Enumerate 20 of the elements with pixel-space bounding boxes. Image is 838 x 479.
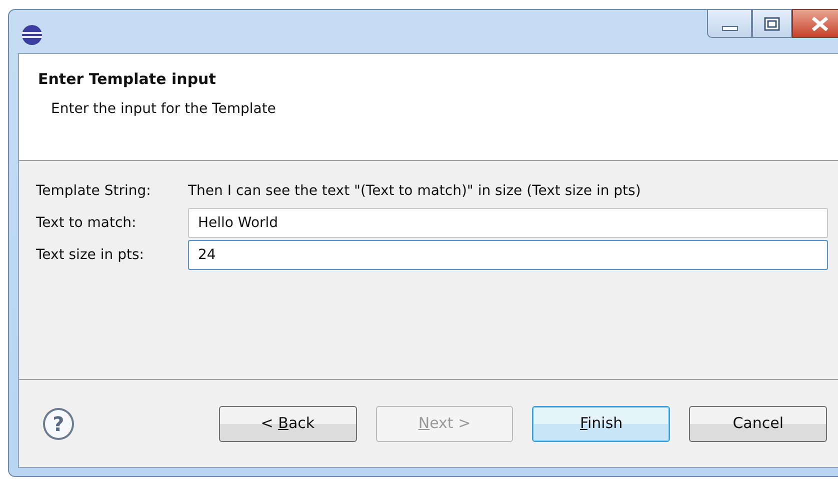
minimize-icon [722, 26, 738, 32]
close-icon [810, 16, 828, 30]
dialog-button[interactable]: < Back [218, 406, 357, 442]
close-button[interactable] [792, 9, 838, 38]
dialog-description: Enter the input for the Template [51, 100, 277, 118]
help-icon[interactable]: ? [43, 408, 74, 440]
field-label: Text to match: [36, 214, 138, 232]
dialog-title: Enter Template input [38, 69, 217, 90]
maximize-button[interactable] [752, 9, 792, 38]
globe-icon [21, 24, 43, 46]
field-label: Text size in pts: [36, 246, 145, 264]
maximize-icon [764, 16, 780, 30]
field-label: Template String: [36, 182, 152, 200]
dialog-button[interactable]: Finish [532, 406, 670, 442]
text-field[interactable]: Hello World [188, 208, 828, 238]
template-text: Then I can see the text "(Text to match)" in size (Text size in pts) [188, 182, 641, 200]
dialog-button[interactable]: Cancel [689, 406, 828, 442]
dialog-button: Next > [376, 406, 514, 442]
minimize-button[interactable] [707, 9, 752, 38]
text-field[interactable]: 24 [188, 240, 828, 270]
